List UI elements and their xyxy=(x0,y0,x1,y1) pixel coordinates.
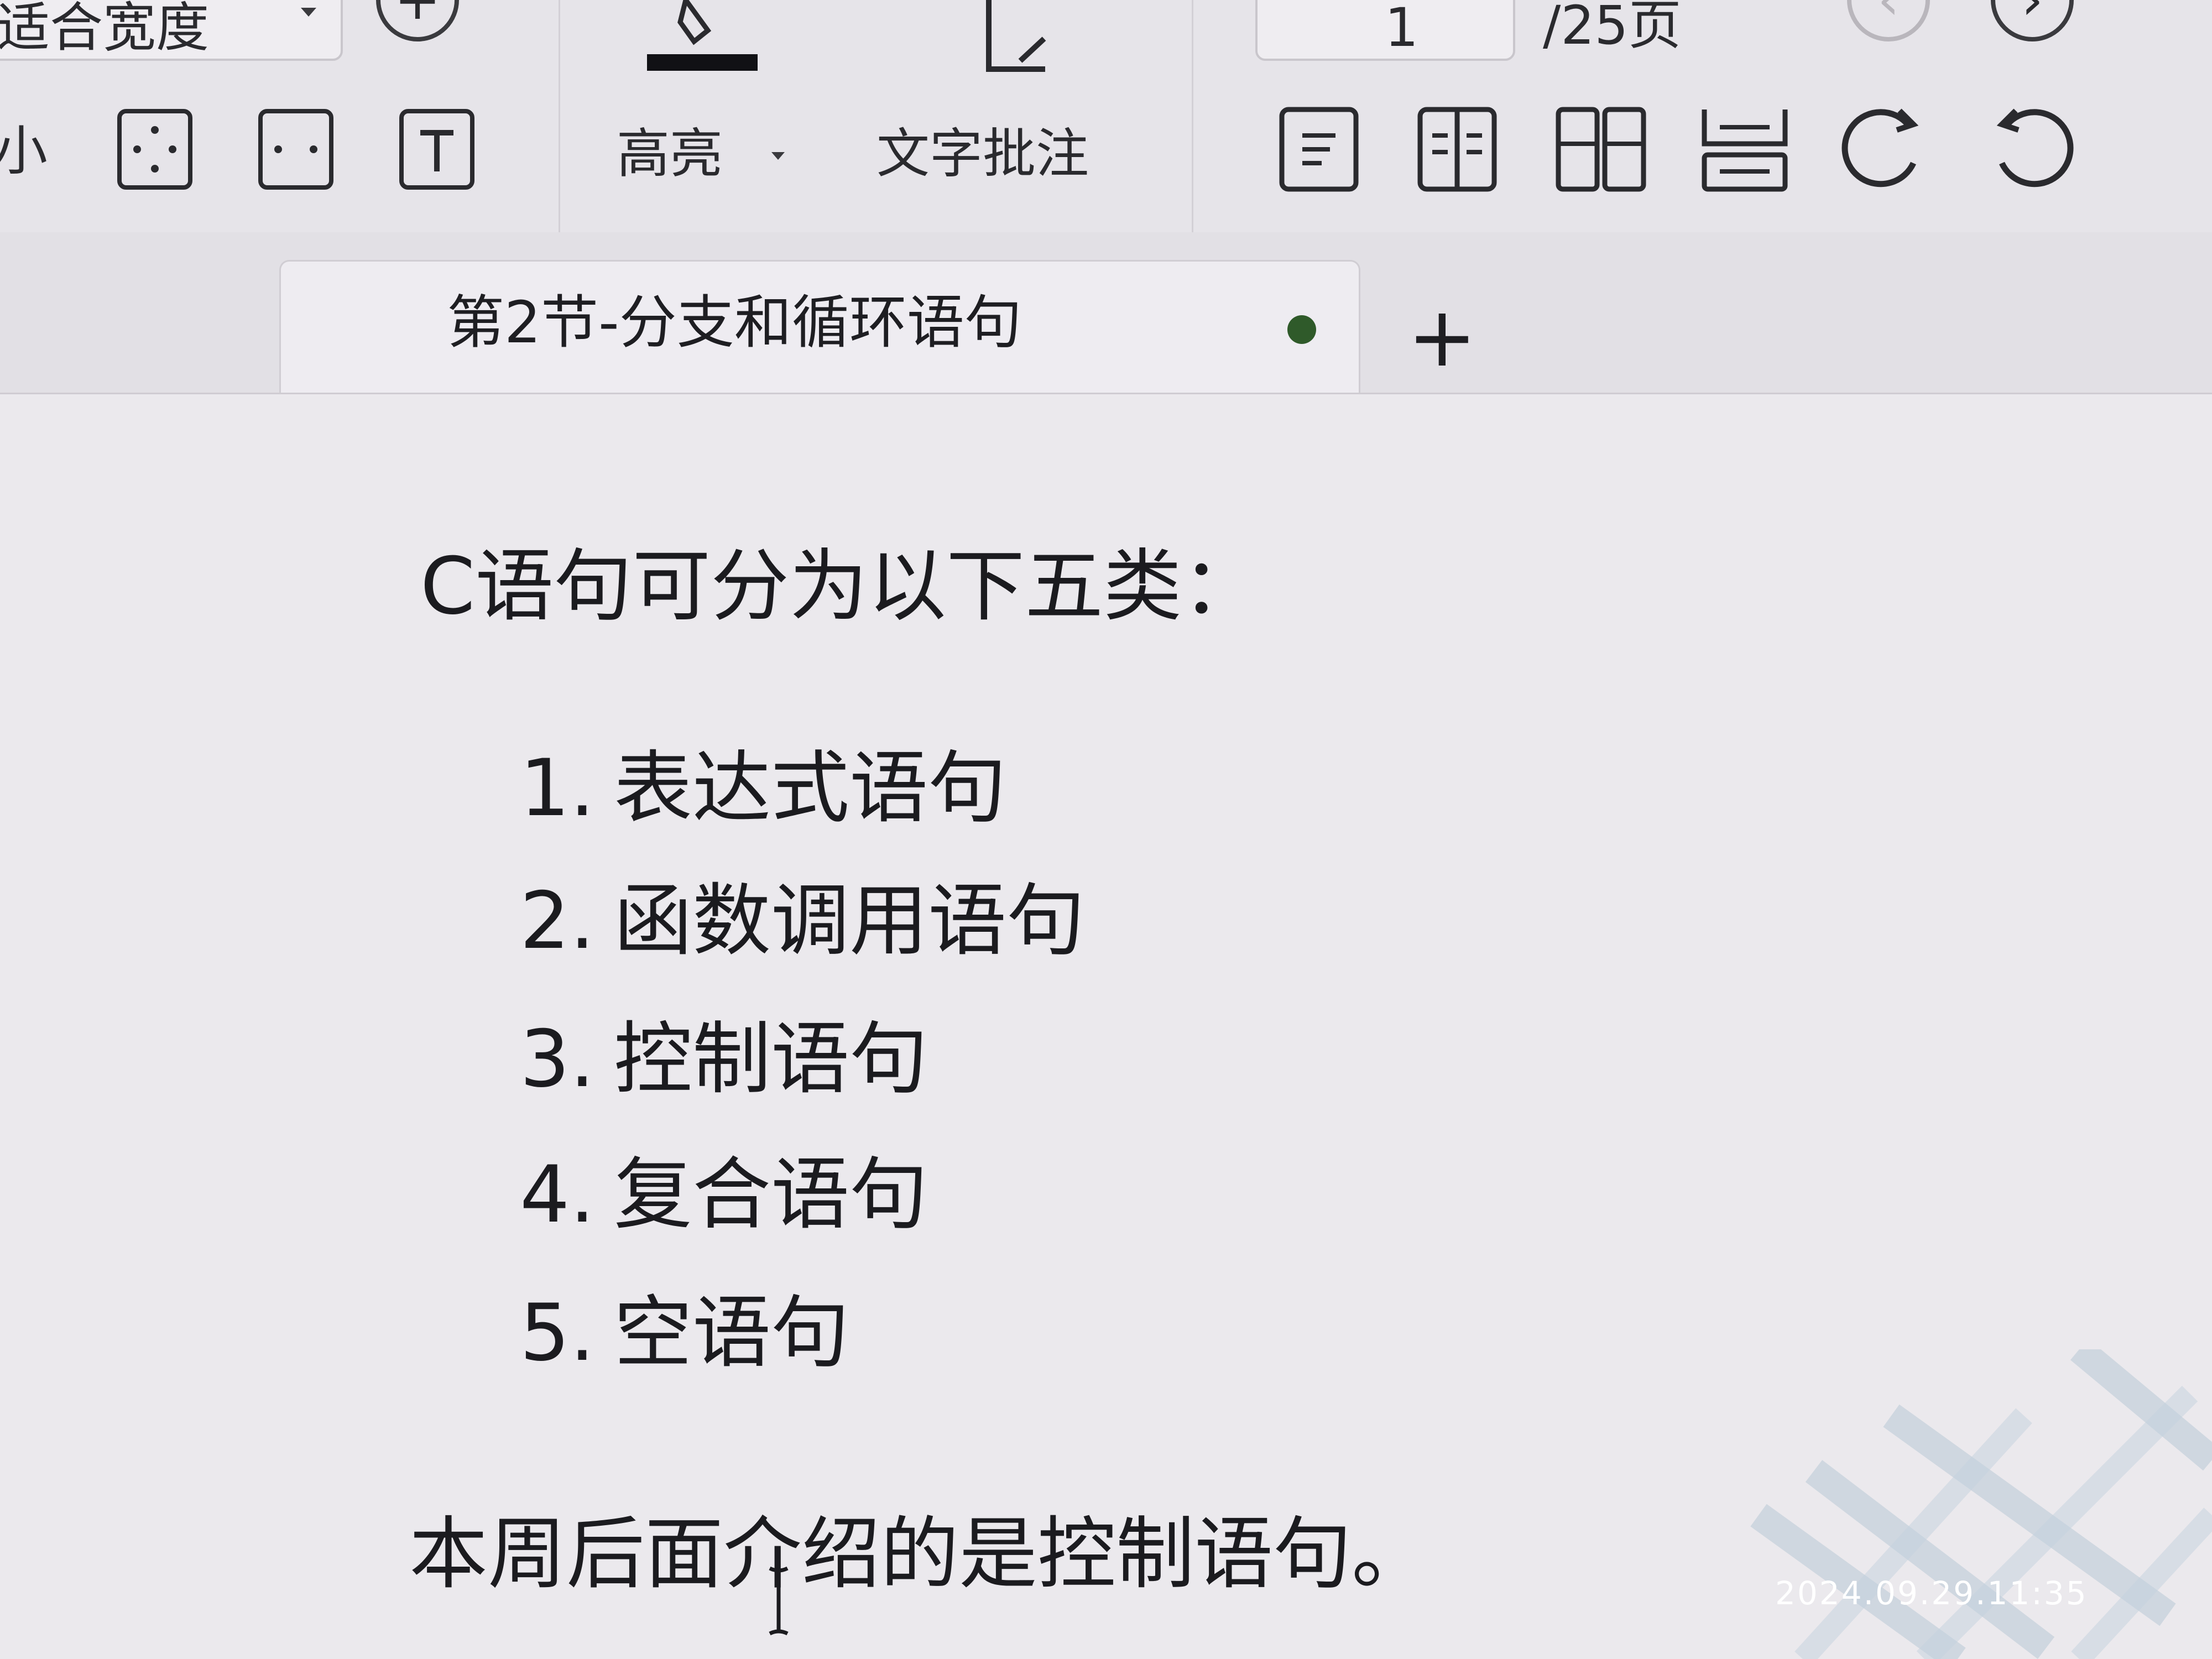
list-text: 复合语句 xyxy=(614,1149,928,1240)
list-number: 2. xyxy=(520,875,595,967)
single-page-icon[interactable] xyxy=(1277,105,1360,194)
list-number: 3. xyxy=(520,1014,595,1105)
toolbar: 适合宽度 + 1 /25页 ‹ › 小 高亮 文字批注 xyxy=(0,0,2212,234)
zoom-dropdown-label: 适合宽度 xyxy=(0,0,209,59)
book-mode-icon[interactable] xyxy=(1554,105,1648,194)
text-comment-button[interactable]: 文字批注 xyxy=(877,127,1089,180)
text-cursor-icon xyxy=(769,1566,789,1636)
toolbar-divider xyxy=(559,0,560,232)
photo-timestamp: 2024.09.29.11:35 xyxy=(1775,1574,2088,1612)
chevron-down-icon xyxy=(301,8,316,17)
previous-page-button[interactable]: ‹ xyxy=(1847,0,1930,41)
page-total: /25页 xyxy=(1543,0,1682,56)
pen-icon xyxy=(647,0,758,71)
text-note-icon xyxy=(986,0,1046,72)
list-number: 4. xyxy=(520,1149,595,1240)
zoom-dropdown[interactable]: 适合宽度 xyxy=(0,0,343,61)
list-item: 2. 函数调用语句 xyxy=(520,882,1085,961)
intro-paragraph: C语句可分为以下五类： xyxy=(420,541,1261,632)
document-tab[interactable]: 第2节-分支和循环语句 xyxy=(279,260,1360,393)
list-number: 5. xyxy=(520,1287,595,1379)
unsaved-indicator xyxy=(1287,315,1316,344)
list-text: 空语句 xyxy=(614,1287,849,1379)
list-item: 3. 控制语句 xyxy=(520,1020,928,1099)
partial-label: 小 xyxy=(0,120,48,182)
rotate-counterclockwise-icon[interactable] xyxy=(1985,100,2079,194)
closing-paragraph: 本周后面介绍的是控制语句。 xyxy=(409,1509,1430,1600)
document-tab-title: 第2节-分支和循环语句 xyxy=(447,289,1022,356)
page-number-value: 1 xyxy=(1385,0,1419,59)
list-item: 1. 表达式语句 xyxy=(520,749,1006,828)
list-number: 1. xyxy=(520,743,595,834)
width-fit-icon[interactable] xyxy=(257,108,335,191)
text-select-icon[interactable] xyxy=(398,108,476,191)
list-item: 5. 空语句 xyxy=(520,1294,849,1373)
page-fit-icon[interactable] xyxy=(116,108,194,191)
highlight-dropdown-icon[interactable] xyxy=(771,152,785,160)
zoom-in-button[interactable]: + xyxy=(376,0,459,41)
list-text: 控制语句 xyxy=(614,1014,928,1105)
toolbar-divider xyxy=(1192,0,1193,232)
rotate-clockwise-icon[interactable] xyxy=(1836,100,1930,194)
list-text: 函数调用语句 xyxy=(614,875,1085,967)
continuous-scroll-icon[interactable] xyxy=(1698,105,1792,194)
list-item: 4. 复合语句 xyxy=(520,1156,928,1234)
highlight-button[interactable]: 高亮 xyxy=(617,127,723,180)
next-page-button[interactable]: › xyxy=(1991,0,2074,41)
screen-moire-pattern xyxy=(1750,1349,2212,1659)
list-text: 表达式语句 xyxy=(614,743,1006,834)
new-tab-button[interactable]: + xyxy=(1407,296,1477,379)
page-number-input[interactable]: 1 xyxy=(1255,0,1515,61)
two-page-icon[interactable] xyxy=(1416,105,1499,194)
